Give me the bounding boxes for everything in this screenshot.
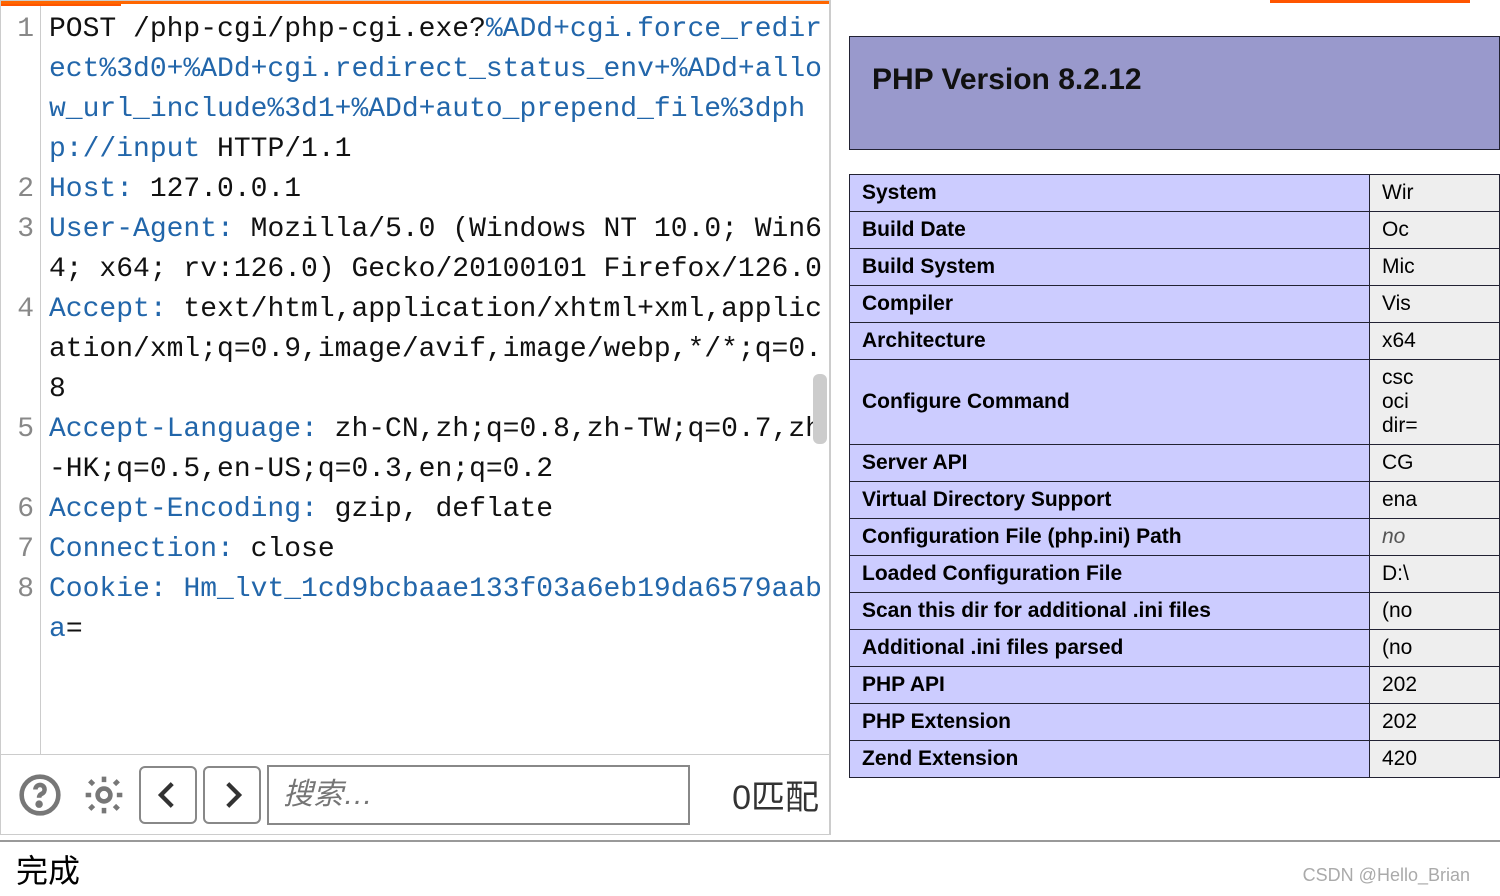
request-code-text[interactable]: POST /php-cgi/php-cgi.exe?%ADd+cgi.force… <box>41 4 829 754</box>
search-toolbar: 0匹配 <box>1 754 829 834</box>
table-row: Configuration File (php.ini) Pathno <box>850 519 1500 556</box>
gear-icon[interactable] <box>75 766 133 824</box>
phpinfo-key: Virtual Directory Support <box>850 482 1370 519</box>
line-number: 4 <box>1 290 34 410</box>
phpinfo-key: Server API <box>850 445 1370 482</box>
phpinfo-value: Mic <box>1370 249 1500 286</box>
next-match-button[interactable] <box>203 766 261 824</box>
scrollbar-thumb[interactable] <box>813 374 827 444</box>
phpinfo-value: 202 <box>1370 667 1500 704</box>
phpinfo-value: no <box>1370 519 1500 556</box>
table-row: CompilerVis <box>850 286 1500 323</box>
table-row: Architecturex64 <box>850 323 1500 360</box>
code-line[interactable]: User-Agent: Mozilla/5.0 (Windows NT 10.0… <box>49 210 823 290</box>
phpinfo-key: Architecture <box>850 323 1370 360</box>
table-row: PHP Extension202 <box>850 704 1500 741</box>
phpinfo-key: Configure Command <box>850 360 1370 445</box>
phpinfo-value: Oc <box>1370 212 1500 249</box>
help-icon[interactable] <box>11 766 69 824</box>
search-input[interactable] <box>267 765 690 825</box>
table-row: Zend Extension420 <box>850 741 1500 778</box>
table-row: Loaded Configuration FileD:\ <box>850 556 1500 593</box>
phpinfo-value: ena <box>1370 482 1500 519</box>
table-row: Server APICG <box>850 445 1500 482</box>
table-row: Virtual Directory Supportena <box>850 482 1500 519</box>
table-row: Build DateOc <box>850 212 1500 249</box>
php-version-header: PHP Version 8.2.12 <box>849 36 1500 150</box>
status-bar: 完成 <box>0 840 1500 896</box>
phpinfo-key: Zend Extension <box>850 741 1370 778</box>
phpinfo-key: Compiler <box>850 286 1370 323</box>
response-preview-panel: PHP Version 8.2.12 SystemWirBuild DateOc… <box>830 0 1500 835</box>
code-line[interactable]: POST /php-cgi/php-cgi.exe?%ADd+cgi.force… <box>49 10 823 170</box>
table-row: Configure Commandcscocidir= <box>850 360 1500 445</box>
phpinfo-value: D:\ <box>1370 556 1500 593</box>
phpinfo-value: Vis <box>1370 286 1500 323</box>
phpinfo-key: Loaded Configuration File <box>850 556 1370 593</box>
phpinfo-value: Wir <box>1370 175 1500 212</box>
phpinfo-key: Build System <box>850 249 1370 286</box>
code-line[interactable]: Connection: close <box>49 530 823 570</box>
phpinfo-key: PHP API <box>850 667 1370 704</box>
phpinfo-value: (no <box>1370 593 1500 630</box>
phpinfo-value: 202 <box>1370 704 1500 741</box>
phpinfo-key: PHP Extension <box>850 704 1370 741</box>
code-line[interactable]: Host: 127.0.0.1 <box>49 170 823 210</box>
phpinfo-key: Configuration File (php.ini) Path <box>850 519 1370 556</box>
phpinfo-value: CG <box>1370 445 1500 482</box>
code-line[interactable]: Cookie: Hm_lvt_1cd9bcbaae133f03a6eb19da6… <box>49 570 823 650</box>
phpinfo-value: x64 <box>1370 323 1500 360</box>
line-number: 7 <box>1 530 34 570</box>
status-text: 完成 <box>16 846 80 892</box>
phpinfo-key: System <box>850 175 1370 212</box>
phpinfo-key: Build Date <box>850 212 1370 249</box>
request-code-area[interactable]: 12345678 POST /php-cgi/php-cgi.exe?%ADd+… <box>1 1 829 754</box>
phpinfo-value: (no <box>1370 630 1500 667</box>
line-number: 3 <box>1 210 34 290</box>
line-number: 1 <box>1 10 34 170</box>
table-row: SystemWir <box>850 175 1500 212</box>
line-number: 6 <box>1 490 34 530</box>
phpinfo-table: SystemWirBuild DateOcBuild SystemMicComp… <box>849 174 1500 778</box>
code-line[interactable]: Accept-Language: zh-CN,zh;q=0.8,zh-TW;q=… <box>49 410 823 490</box>
phpinfo-value: 420 <box>1370 741 1500 778</box>
line-number: 2 <box>1 170 34 210</box>
table-row: Build SystemMic <box>850 249 1500 286</box>
table-row: Scan this dir for additional .ini files(… <box>850 593 1500 630</box>
table-row: Additional .ini files parsed(no <box>850 630 1500 667</box>
request-editor-panel: 12345678 POST /php-cgi/php-cgi.exe?%ADd+… <box>0 0 830 835</box>
code-line[interactable]: Accept: text/html,application/xhtml+xml,… <box>49 290 823 410</box>
phpinfo-key: Additional .ini files parsed <box>850 630 1370 667</box>
phpinfo-key: Scan this dir for additional .ini files <box>850 593 1370 630</box>
watermark: CSDN @Hello_Brian <box>1303 865 1470 886</box>
prev-match-button[interactable] <box>139 766 197 824</box>
line-number: 8 <box>1 570 34 650</box>
table-row: PHP API202 <box>850 667 1500 704</box>
line-number: 5 <box>1 410 34 490</box>
phpinfo-value: cscocidir= <box>1370 360 1500 445</box>
code-line[interactable]: Accept-Encoding: gzip, deflate <box>49 490 823 530</box>
match-count-label: 0匹配 <box>732 770 819 819</box>
line-number-gutter: 12345678 <box>1 4 41 754</box>
